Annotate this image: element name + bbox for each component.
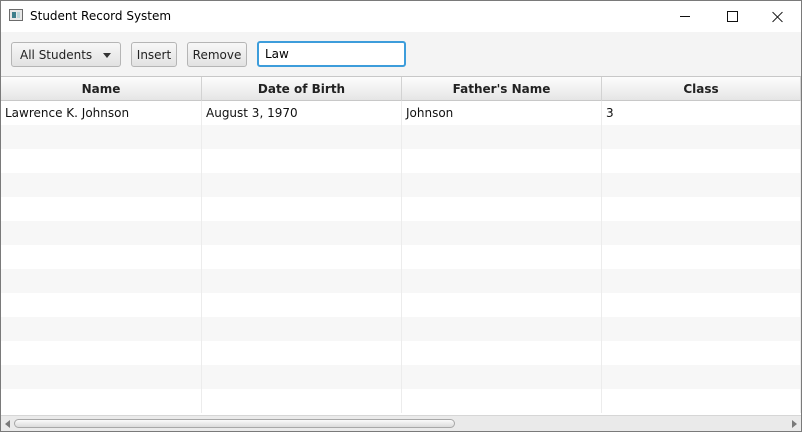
empty-table-row[interactable] [1,221,801,245]
empty-table-row[interactable] [1,365,801,389]
student-table: Name Date of Birth Father's Name Class L… [1,76,801,415]
cell-fathers-name [402,389,602,413]
empty-table-row[interactable] [1,341,801,365]
cell-date-of-birth [202,269,402,293]
cell-class [602,125,801,149]
cell-date-of-birth [202,245,402,269]
cell-fathers-name [402,197,602,221]
maximize-button[interactable] [709,1,755,32]
cell-class [602,293,801,317]
column-header-date-of-birth[interactable]: Date of Birth [202,77,402,101]
cell-name [1,197,202,221]
cell-date-of-birth [202,317,402,341]
cell-date-of-birth [202,149,402,173]
cell-name [1,365,202,389]
chevron-down-icon [103,53,111,58]
scrollbar-thumb[interactable] [14,419,455,428]
cell-fathers-name [402,221,602,245]
close-button[interactable] [755,1,801,32]
search-input[interactable] [257,41,406,67]
cell-fathers-name: Johnson [402,101,602,125]
horizontal-scrollbar[interactable] [1,415,801,431]
empty-table-row[interactable] [1,293,801,317]
scroll-right-icon[interactable] [792,420,797,428]
cell-class [602,365,801,389]
cell-class [602,317,801,341]
window-title: Student Record System [30,9,172,23]
cell-class [602,173,801,197]
cell-name [1,125,202,149]
cell-name [1,269,202,293]
minimize-icon [680,16,690,17]
cell-date-of-birth [202,341,402,365]
cell-date-of-birth [202,173,402,197]
cell-date-of-birth [202,389,402,413]
empty-table-row[interactable] [1,197,801,221]
cell-date-of-birth: August 3, 1970 [202,101,402,125]
empty-table-row[interactable] [1,317,801,341]
cell-date-of-birth [202,125,402,149]
cell-fathers-name [402,269,602,293]
cell-class [602,389,801,413]
cell-class [602,197,801,221]
cell-name [1,389,202,413]
cell-class [602,149,801,173]
app-window: Student Record System All Students Inser… [0,0,802,432]
title-bar[interactable]: Student Record System [1,1,801,32]
cell-name [1,173,202,197]
table-row[interactable]: Lawrence K. Johnson August 3, 1970 Johnson… [1,101,801,125]
maximize-icon [726,11,738,22]
close-icon [772,11,784,23]
cell-class [602,269,801,293]
table-header: Name Date of Birth Father's Name Class [1,76,801,101]
column-header-class[interactable]: Class [602,77,801,101]
empty-table-row[interactable] [1,173,801,197]
cell-class: 3 [602,101,801,125]
cell-name [1,221,202,245]
cell-name [1,149,202,173]
cell-fathers-name [402,125,602,149]
app-icon [9,9,23,21]
cell-fathers-name [402,245,602,269]
column-header-name[interactable]: Name [1,77,202,101]
cell-name: Lawrence K. Johnson [1,101,202,125]
cell-name [1,245,202,269]
cell-name [1,317,202,341]
cell-fathers-name [402,149,602,173]
cell-name [1,293,202,317]
insert-button[interactable]: Insert [131,42,177,67]
cell-fathers-name [402,341,602,365]
empty-table-row[interactable] [1,389,801,413]
remove-button[interactable]: Remove [187,42,247,67]
cell-class [602,245,801,269]
cell-date-of-birth [202,197,402,221]
student-filter-dropdown[interactable]: All Students [11,42,121,67]
cell-class [602,341,801,365]
toolbar: All Students Insert Remove [1,32,801,76]
cell-date-of-birth [202,221,402,245]
cell-fathers-name [402,365,602,389]
column-header-fathers-name[interactable]: Father's Name [402,77,602,101]
empty-table-row[interactable] [1,149,801,173]
empty-table-row[interactable] [1,245,801,269]
cell-name [1,341,202,365]
empty-table-row[interactable] [1,125,801,149]
minimize-button[interactable] [662,1,708,32]
cell-fathers-name [402,317,602,341]
student-filter-value: All Students [20,47,93,62]
cell-date-of-birth [202,365,402,389]
empty-table-row[interactable] [1,269,801,293]
cell-fathers-name [402,293,602,317]
scroll-left-icon[interactable] [5,420,10,428]
cell-class [602,221,801,245]
cell-date-of-birth [202,293,402,317]
cell-fathers-name [402,173,602,197]
